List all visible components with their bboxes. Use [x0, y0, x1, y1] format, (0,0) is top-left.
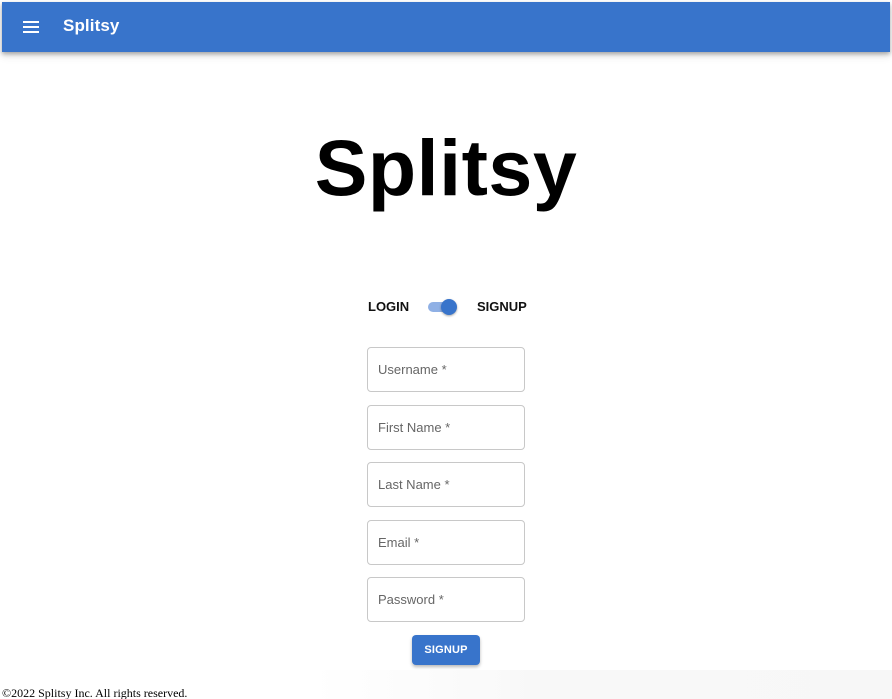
hero-title: Splitsy	[314, 123, 578, 212]
email-input[interactable]	[368, 521, 524, 564]
copyright-text: ©2022 Splitsy Inc. All rights reserved.	[2, 686, 188, 699]
last-name-input[interactable]	[368, 463, 524, 506]
login-signup-switch: LOGIN SIGNUP	[0, 292, 892, 322]
signup-button[interactable]: SIGNUP	[412, 635, 480, 665]
menu-button[interactable]	[13, 9, 49, 45]
menu-icon	[23, 21, 39, 33]
signup-label: SIGNUP	[477, 299, 527, 314]
password-field[interactable]: Password *	[367, 577, 525, 622]
toggle-thumb[interactable]	[441, 299, 457, 315]
signup-page: Splitsy Splitsy LOGIN SIGNUP Username * …	[0, 0, 892, 699]
login-signup-toggle[interactable]	[426, 297, 460, 317]
password-input[interactable]	[368, 578, 524, 621]
username-input[interactable]	[368, 348, 524, 391]
email-field[interactable]: Email *	[367, 520, 525, 565]
first-name-input[interactable]	[368, 406, 524, 449]
username-field[interactable]: Username *	[367, 347, 525, 392]
login-label: LOGIN	[368, 299, 410, 314]
app-bar: Splitsy	[2, 2, 890, 52]
first-name-field[interactable]: First Name *	[367, 405, 525, 450]
last-name-field[interactable]: Last Name *	[367, 462, 525, 507]
app-title: Splitsy	[63, 16, 120, 35]
